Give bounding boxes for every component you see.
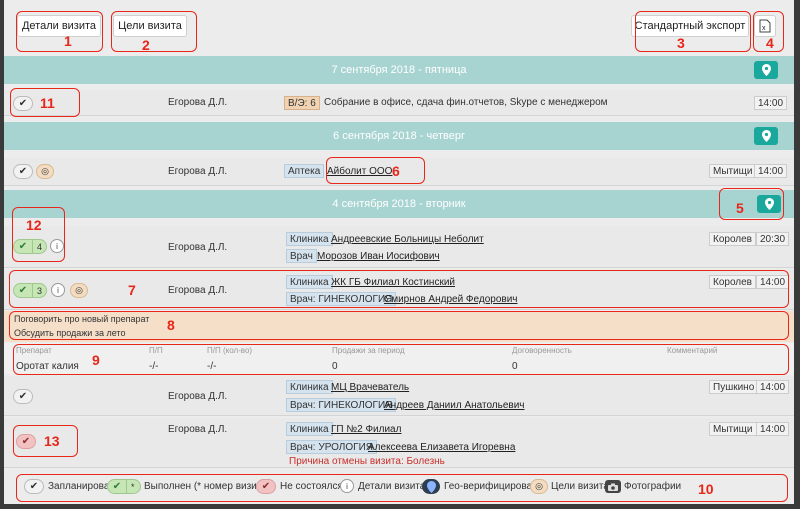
annotation-number: 8: [167, 317, 175, 333]
annotation-number: 12: [26, 217, 42, 233]
annotation-box: [12, 207, 65, 262]
visit-time: 14:00: [756, 380, 790, 394]
annotation-box: [16, 474, 788, 502]
visit-time: 20:30: [756, 232, 790, 246]
annotation-number: 5: [736, 200, 744, 216]
date-label: 4 сентября 2018 - вторник: [332, 198, 466, 210]
visit-type-tag: В/Э: 6: [284, 96, 320, 110]
date-header: 4 сентября 2018 - вторник: [4, 190, 794, 218]
client-name-link[interactable]: МЦ Врачеватель: [331, 382, 409, 393]
city-badge: Мытищи: [709, 164, 757, 178]
status-planned[interactable]: ✔: [13, 389, 33, 404]
check-icon: ✔: [18, 391, 28, 402]
date-label: 6 сентября 2018 - четверг: [333, 130, 465, 142]
visit-time: 14:00: [754, 164, 788, 178]
agent-name: Егорова Д.Л.: [168, 391, 228, 402]
annotation-box: [16, 11, 103, 52]
doctor-name-link[interactable]: Андреев Даниил Анатольевич: [384, 400, 525, 411]
doctor-name-link[interactable]: Морозов Иван Иосифович: [317, 251, 440, 262]
client-type-tag: Клиника: [286, 422, 333, 436]
check-icon: ✔: [18, 166, 28, 177]
doctor-name-link[interactable]: Алексеева Елизавета Игоревна: [368, 442, 515, 453]
map-pin-icon: [761, 64, 771, 76]
doctor-label: Врач: УРОЛОГИЯ: [286, 440, 377, 454]
annotation-box: [326, 157, 425, 184]
client-type-tag: Клиника: [286, 380, 333, 394]
city-badge: Мытищи: [709, 422, 757, 436]
annotation-box: [111, 11, 197, 52]
agent-name: Егорова Д.Л.: [168, 424, 228, 435]
doctor-label: Врач: ГИНЕКОЛОГИЯ: [286, 398, 397, 412]
map-pin-icon: [761, 130, 771, 142]
annotation-number: 1: [64, 33, 72, 49]
client-type-tag: Аптека: [284, 164, 325, 178]
visit-time: 14:00: [754, 96, 788, 110]
client-name-link[interactable]: ГП №2 Филиал: [331, 424, 401, 435]
date-label: 7 сентября 2018 - пятница: [331, 64, 467, 76]
annotation-number: 10: [698, 481, 714, 497]
target-icon[interactable]: ◎: [36, 164, 54, 179]
cancel-reason: Причина отмены визита: Болезнь: [289, 456, 445, 467]
city-badge: Королев: [709, 232, 756, 246]
agent-name: Егорова Д.Л.: [168, 242, 228, 253]
annotation-number: 4: [766, 35, 774, 51]
annotation-number: 2: [142, 37, 150, 53]
client-name-link[interactable]: Андреевские Больницы Неболит: [331, 234, 484, 245]
visits-panel: Детали визита Цели визита Стандартный эк…: [4, 0, 794, 504]
annotation-number: 3: [677, 35, 685, 51]
annotation-number: 9: [92, 352, 100, 368]
annotation-box: [9, 270, 789, 308]
visit-time: 14:00: [756, 422, 790, 436]
date-header: 6 сентября 2018 - четверг: [4, 122, 794, 150]
annotation-number: 13: [44, 433, 60, 449]
city-badge: Пушкино: [709, 380, 759, 394]
visit-title: Собрание в офисе, сдача фин.отчетов, Sky…: [324, 97, 608, 108]
annotation-box: [9, 311, 789, 340]
client-type-tag: Клиника: [286, 232, 333, 246]
annotation-box: [719, 188, 784, 220]
annotation-box: [13, 344, 789, 375]
agent-name: Егорова Д.Л.: [168, 97, 228, 108]
geo-map-button[interactable]: [754, 61, 778, 79]
annotation-box: [635, 11, 751, 52]
annotation-number: 11: [40, 95, 55, 111]
geo-map-button[interactable]: [754, 127, 778, 145]
annotation-number: 6: [392, 163, 400, 179]
agent-name: Егорова Д.Л.: [168, 166, 228, 177]
status-planned[interactable]: ✔: [13, 164, 33, 179]
date-header: 7 сентября 2018 - пятница: [4, 56, 794, 84]
doctor-label: Врач: [286, 249, 317, 263]
annotation-number: 7: [128, 282, 136, 298]
